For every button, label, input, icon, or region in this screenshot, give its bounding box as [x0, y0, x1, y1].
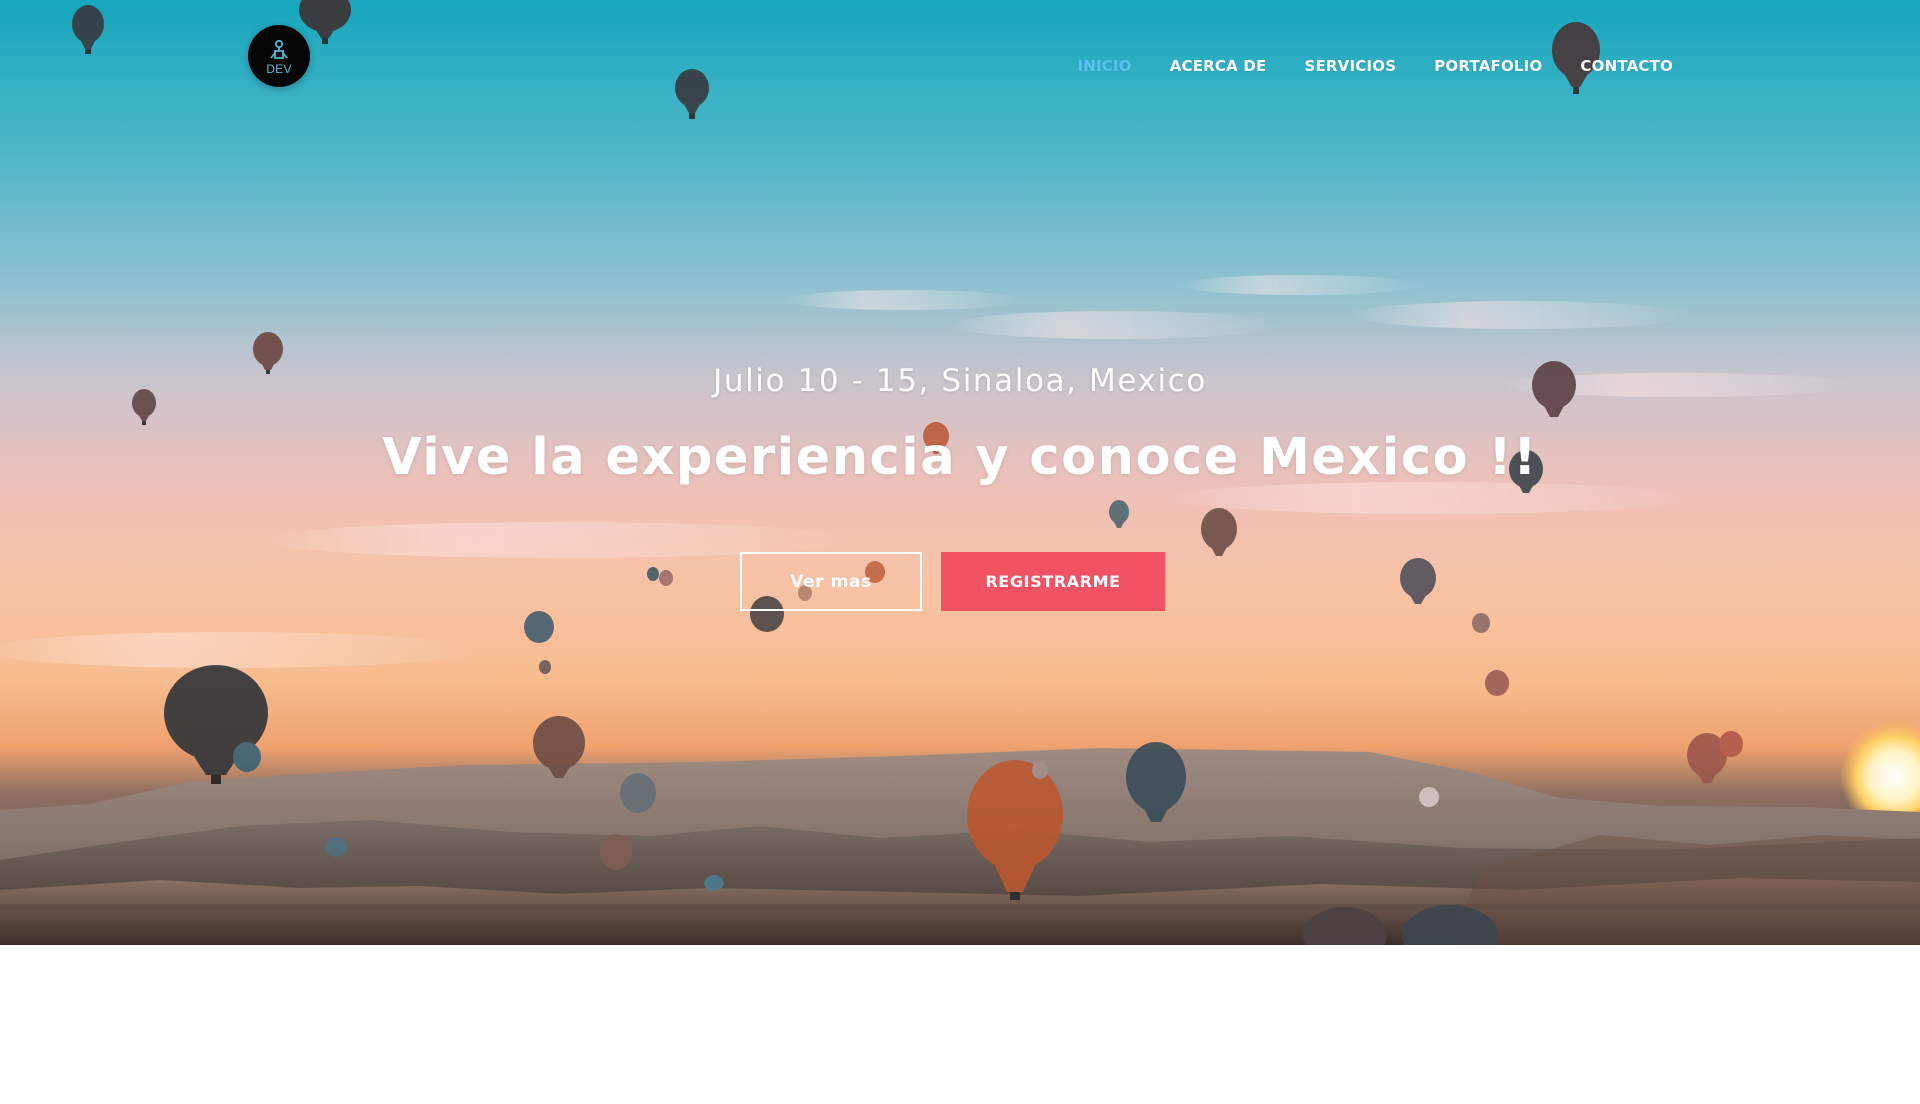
- nav-link-servicios[interactable]: SERVICIOS: [1304, 57, 1396, 75]
- registrarme-button[interactable]: REGISTRARME: [941, 552, 1165, 611]
- nav-link-contacto[interactable]: CONTACTO: [1580, 57, 1673, 75]
- user-network-icon: [270, 39, 288, 59]
- logo[interactable]: DEV: [248, 25, 310, 87]
- logo-text: DEV: [266, 61, 292, 76]
- hero-section: DEV INICIO ACERCA DE SERVICIOS PORTAFOLI…: [0, 0, 1920, 945]
- ver-mas-button[interactable]: Ver mas: [740, 552, 922, 611]
- hero-background-image: [0, 0, 1920, 945]
- nav-link-inicio[interactable]: INICIO: [1077, 57, 1131, 75]
- hero-actions: Ver mas REGISTRARME: [740, 552, 1165, 611]
- nav-link-portafolio[interactable]: PORTAFOLIO: [1434, 57, 1542, 75]
- nav-link-acerca-de[interactable]: ACERCA DE: [1170, 57, 1267, 75]
- main-navigation: INICIO ACERCA DE SERVICIOS PORTAFOLIO CO…: [1077, 57, 1673, 75]
- page-content-area: [0, 948, 1920, 1104]
